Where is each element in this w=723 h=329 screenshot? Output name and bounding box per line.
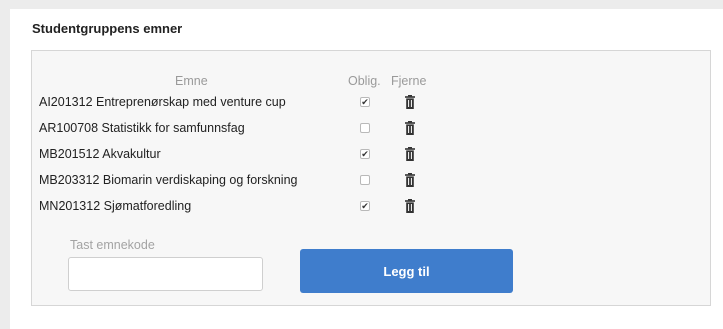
trash-icon[interactable] xyxy=(405,95,415,109)
course-name: MB201512 Akvakultur xyxy=(39,147,161,161)
section-title: Studentgruppens emner xyxy=(32,21,183,36)
course-row: AI201312 Entreprenørskap med venture cup… xyxy=(32,90,710,116)
course-row: AR100708 Statistikk for samfunnsfag xyxy=(32,116,710,142)
trash-icon[interactable] xyxy=(405,121,415,135)
trash-icon[interactable] xyxy=(405,173,415,187)
oblig-checkbox[interactable]: ✔ xyxy=(360,149,370,159)
course-code-label: Tast emnekode xyxy=(70,238,155,252)
trash-icon[interactable] xyxy=(405,147,415,161)
header-oblig: Oblig. xyxy=(348,74,381,88)
trash-icon[interactable] xyxy=(405,199,415,213)
add-button[interactable]: Legg til xyxy=(300,249,513,293)
course-code-input[interactable] xyxy=(68,257,263,291)
course-name: MN201312 Sjømatforedling xyxy=(39,199,192,213)
course-row: MN201312 Sjømatforedling ✔ xyxy=(32,194,710,220)
oblig-checkbox[interactable] xyxy=(360,175,370,185)
header-emne: Emne xyxy=(175,74,208,88)
course-row: MB201512 Akvakultur ✔ xyxy=(32,142,710,168)
oblig-checkbox[interactable]: ✔ xyxy=(360,201,370,211)
header-fjerne: Fjerne xyxy=(391,74,427,88)
oblig-checkbox[interactable]: ✔ xyxy=(360,97,370,107)
oblig-checkbox[interactable] xyxy=(360,123,370,133)
course-row: MB203312 Biomarin verdiskaping og forskn… xyxy=(32,168,710,194)
page: Studentgruppens emner Emne Oblig. Fjerne… xyxy=(10,9,723,329)
course-name: AR100708 Statistikk for samfunnsfag xyxy=(39,121,245,135)
course-panel: Emne Oblig. Fjerne AI201312 Entreprenørs… xyxy=(31,50,711,306)
course-name: AI201312 Entreprenørskap med venture cup xyxy=(39,95,286,109)
course-name: MB203312 Biomarin verdiskaping og forskn… xyxy=(39,173,298,187)
